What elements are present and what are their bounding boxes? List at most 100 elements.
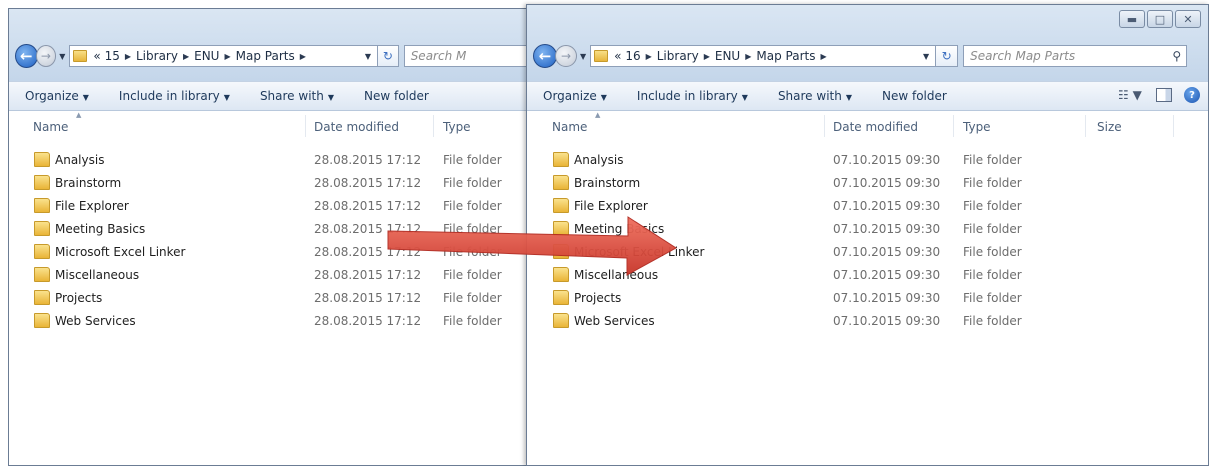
new-folder-button[interactable]: New folder xyxy=(364,89,429,103)
folder-row[interactable]: File Explorer 07.10.2015 09:30 File folder xyxy=(527,195,1208,218)
share-with-button[interactable]: Share with ▼ xyxy=(778,89,852,103)
folder-row[interactable]: Analysis 28.08.2015 17:12 File folder xyxy=(9,149,535,172)
folder-row[interactable]: Miscellaneous 07.10.2015 09:30 File folder xyxy=(527,264,1208,287)
folder-row[interactable]: Meeting Basics 07.10.2015 09:30 File folde… xyxy=(527,218,1208,241)
preview-pane-icon[interactable] xyxy=(1156,88,1172,102)
date-modified: 28.08.2015 17:12 xyxy=(314,314,422,328)
breadcrumb-separator-icon[interactable]: ▶ xyxy=(646,52,652,61)
breadcrumb-separator-icon[interactable]: ▶ xyxy=(183,52,189,61)
folder-name: File Explorer xyxy=(55,199,129,213)
breadcrumb-map-parts[interactable]: Map Parts xyxy=(756,49,815,63)
column-divider[interactable] xyxy=(305,115,306,137)
folder-name: Brainstorm xyxy=(574,176,641,190)
date-modified: 07.10.2015 09:30 xyxy=(833,222,941,236)
breadcrumb-separator-icon[interactable]: ▶ xyxy=(224,52,230,61)
recent-pages-dropdown-icon[interactable]: ▼ xyxy=(580,52,586,61)
address-bar[interactable]: « 16 ▶ Library ▶ ENU ▶ Map Parts ▶ ▼ xyxy=(590,45,937,67)
folder-row[interactable]: Analysis 07.10.2015 09:30 File folder xyxy=(527,149,1208,172)
breadcrumb-overflow[interactable]: « 16 xyxy=(614,49,640,63)
breadcrumb-separator-icon[interactable]: ▶ xyxy=(704,52,710,61)
help-icon[interactable]: ? xyxy=(1184,87,1200,103)
column-divider[interactable] xyxy=(1085,115,1086,137)
breadcrumb-overflow[interactable]: « 15 xyxy=(93,49,119,63)
folder-row[interactable]: File Explorer 28.08.2015 17:12 File folder xyxy=(9,195,535,218)
folder-icon xyxy=(34,198,50,213)
include-in-library-button[interactable]: Include in library ▼ xyxy=(119,89,230,103)
caption-buttons: ▬ □ ✕ xyxy=(1117,10,1201,28)
back-arrow-icon[interactable]: ← xyxy=(533,44,557,68)
breadcrumb-separator-icon[interactable]: ▶ xyxy=(820,52,826,61)
folder-icon xyxy=(34,267,50,282)
address-bar[interactable]: « 15 ▶ Library ▶ ENU ▶ Map Parts ▶ ▼ xyxy=(69,45,379,67)
new-folder-button[interactable]: New folder xyxy=(882,89,947,103)
address-dropdown-icon[interactable]: ▼ xyxy=(923,52,929,61)
refresh-icon[interactable]: ↻ xyxy=(936,45,959,67)
column-divider[interactable] xyxy=(433,115,434,137)
folder-row[interactable]: Web Services 07.10.2015 09:30 File folder xyxy=(527,310,1208,333)
chevron-down-icon: ▼ xyxy=(741,93,748,102)
breadcrumb-enu[interactable]: ENU xyxy=(194,49,219,63)
folder-icon xyxy=(73,50,88,62)
breadcrumb-library[interactable]: Library xyxy=(657,49,699,63)
folder-row[interactable]: Projects 07.10.2015 09:30 File folder xyxy=(527,287,1208,310)
folder-row[interactable]: Microsoft Excel Linker 07.10.2015 09:30 Fi… xyxy=(527,241,1208,264)
organize-button[interactable]: Organize ▼ xyxy=(25,89,89,103)
file-list: ▲ Name Date modified Type Analysis 28.08.… xyxy=(9,111,535,465)
column-header-type[interactable]: Type xyxy=(963,120,991,134)
refresh-icon[interactable]: ↻ xyxy=(378,45,399,67)
organize-button[interactable]: Organize ▼ xyxy=(543,89,607,103)
file-type: File folder xyxy=(443,153,502,167)
breadcrumb-separator-icon[interactable]: ▶ xyxy=(125,52,131,61)
breadcrumb-library[interactable]: Library xyxy=(136,49,178,63)
close-icon[interactable]: ✕ xyxy=(1175,10,1201,28)
column-header-date[interactable]: Date modified xyxy=(314,120,399,134)
address-row: ← → ▼ « 15 ▶ Library ▶ ENU ▶ Map Parts ▶… xyxy=(9,40,535,72)
breadcrumb-separator-icon[interactable]: ▶ xyxy=(745,52,751,61)
column-header-name[interactable]: Name xyxy=(552,120,587,134)
column-header-type[interactable]: Type xyxy=(443,120,471,134)
maximize-icon[interactable]: □ xyxy=(1147,10,1173,28)
column-header-date[interactable]: Date modified xyxy=(833,120,918,134)
column-header-name[interactable]: Name xyxy=(33,120,68,134)
share-with-button[interactable]: Share with ▼ xyxy=(260,89,334,103)
column-divider[interactable] xyxy=(953,115,954,137)
folder-row[interactable]: Projects 28.08.2015 17:12 File folder xyxy=(9,287,535,310)
folder-row[interactable]: Microsoft Excel Linker 28.08.2015 17:12 Fi… xyxy=(9,241,535,264)
column-divider[interactable] xyxy=(824,115,825,137)
minimize-icon[interactable]: ▬ xyxy=(1119,10,1145,28)
recent-pages-dropdown-icon[interactable]: ▼ xyxy=(59,52,65,61)
folder-icon xyxy=(34,221,50,236)
command-bar: Organize ▼ Include in library ▼ Share with… xyxy=(527,81,1208,111)
back-arrow-icon[interactable]: ← xyxy=(15,44,38,68)
folder-icon xyxy=(594,50,609,62)
address-dropdown-icon[interactable]: ▼ xyxy=(365,52,371,61)
column-headers: ▲ Name Date modified Type Size xyxy=(527,111,1208,139)
folder-row[interactable]: Web Services 28.08.2015 17:12 File folder xyxy=(9,310,535,333)
file-type: File folder xyxy=(443,268,502,282)
explorer-window-left: ← → ▼ « 15 ▶ Library ▶ ENU ▶ Map Parts ▶… xyxy=(8,8,536,466)
search-icon[interactable]: ⚲ xyxy=(1172,49,1181,63)
folder-row[interactable]: Miscellaneous 28.08.2015 17:12 File folder xyxy=(9,264,535,287)
folder-row[interactable]: Brainstorm 28.08.2015 17:12 File folder xyxy=(9,172,535,195)
column-divider[interactable] xyxy=(1173,115,1174,137)
folder-row[interactable]: Meeting Basics 28.08.2015 17:12 File folde… xyxy=(9,218,535,241)
search-placeholder: Search Map Parts xyxy=(970,49,1076,63)
include-in-library-button[interactable]: Include in library ▼ xyxy=(637,89,748,103)
breadcrumb-map-parts[interactable]: Map Parts xyxy=(236,49,295,63)
forward-arrow-icon[interactable]: → xyxy=(35,45,57,67)
search-input[interactable]: Search Map Parts ⚲ xyxy=(963,45,1188,67)
breadcrumb-separator-icon[interactable]: ▶ xyxy=(300,52,306,61)
file-rows: Analysis 28.08.2015 17:12 File folder Brain… xyxy=(9,149,535,333)
folder-row[interactable]: Brainstorm 07.10.2015 09:30 File folder xyxy=(527,172,1208,195)
file-type: File folder xyxy=(963,268,1022,282)
chevron-down-icon: ▼ xyxy=(82,93,89,102)
folder-icon xyxy=(34,175,50,190)
breadcrumb-enu[interactable]: ENU xyxy=(715,49,740,63)
folder-icon xyxy=(553,221,569,236)
date-modified: 07.10.2015 09:30 xyxy=(833,176,941,190)
change-view-icon[interactable]: ☷ ▼ xyxy=(1118,88,1148,102)
date-modified: 07.10.2015 09:30 xyxy=(833,153,941,167)
column-header-size[interactable]: Size xyxy=(1097,120,1122,134)
search-input[interactable]: Search M xyxy=(403,45,535,67)
forward-arrow-icon[interactable]: → xyxy=(555,45,577,67)
